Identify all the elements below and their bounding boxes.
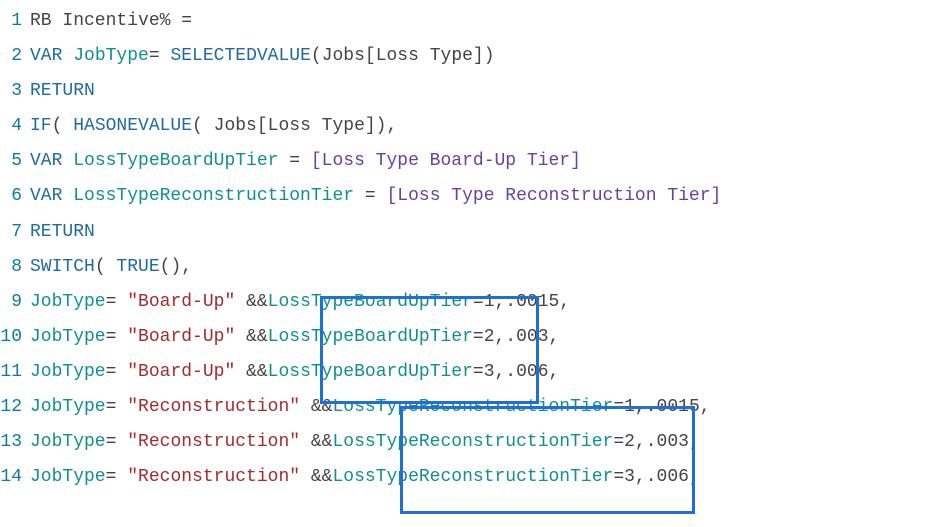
line-number: 6 (0, 179, 30, 214)
code-token: = (106, 467, 128, 487)
keyword: VAR (30, 46, 62, 66)
string-literal: "Board-Up" (127, 292, 235, 312)
code-line: 7 RETURN (0, 215, 945, 250)
identifier: LossTypeReconstructionTier (73, 186, 354, 206)
code-token: = (106, 327, 128, 347)
identifier: LossTypeReconstructionTier (332, 467, 613, 487)
code-line: 13 JobType= "Reconstruction" &&LossTypeR… (0, 425, 945, 460)
identifier: LossTypeBoardUpTier (73, 151, 278, 171)
function-name: HASONEVALUE (73, 116, 192, 136)
code-line: 1 RB Incentive% = (0, 4, 945, 39)
code-line: 10 JobType= "Board-Up" &&LossTypeBoardUp… (0, 320, 945, 355)
code-token: (), (160, 257, 192, 277)
function-name: SWITCH (30, 257, 95, 277)
keyword: RETURN (30, 222, 95, 242)
string-literal: "Reconstruction" (127, 397, 300, 417)
function-name: SELECTEDVALUE (170, 46, 310, 66)
code-line: 4 IF( HASONEVALUE( Jobs[Loss Type]), (0, 109, 945, 144)
identifier: LossTypeBoardUpTier (268, 327, 473, 347)
line-number: 7 (0, 215, 30, 250)
dax-editor: 1 RB Incentive% = 2 VAR JobType= SELECTE… (0, 4, 945, 495)
identifier: JobType (30, 292, 106, 312)
code-token: && (235, 292, 267, 312)
code-token: =1,.0015, (473, 292, 570, 312)
code-token: =2,.003, (473, 327, 559, 347)
code-token: ( (95, 257, 117, 277)
line-number: 4 (0, 109, 30, 144)
identifier: JobType (30, 432, 106, 452)
line-number: 5 (0, 144, 30, 179)
code-token: ( Jobs[Loss Type]), (192, 116, 397, 136)
string-literal: "Reconstruction" (127, 432, 300, 452)
line-number: 2 (0, 39, 30, 74)
code-line: 9 JobType= "Board-Up" &&LossTypeBoardUpT… (0, 285, 945, 320)
identifier: JobType (30, 397, 106, 417)
string-literal: "Reconstruction" (127, 467, 300, 487)
code-token: = (149, 46, 171, 66)
line-number: 9 (0, 285, 30, 320)
code-line: 2 VAR JobType= SELECTEDVALUE(Jobs[Loss T… (0, 39, 945, 74)
code-line: 14 JobType= "Reconstruction" &&LossTypeR… (0, 460, 945, 495)
line-number: 12 (0, 390, 30, 425)
line-number: 8 (0, 250, 30, 285)
string-literal: "Board-Up" (127, 327, 235, 347)
code-token: = (106, 292, 128, 312)
code-token: = (278, 151, 310, 171)
code-token: = (106, 432, 128, 452)
code-token: = (354, 186, 386, 206)
function-name: IF (30, 116, 52, 136)
keyword: VAR (30, 186, 62, 206)
code-token: && (235, 362, 267, 382)
code-token: && (300, 397, 332, 417)
code-token: = (106, 397, 128, 417)
function-name: TRUE (116, 257, 159, 277)
code-token: =3,.006, (613, 467, 699, 487)
code-line: 12 JobType= "Reconstruction" &&LossTypeR… (0, 390, 945, 425)
code-line: 11 JobType= "Board-Up" &&LossTypeBoardUp… (0, 355, 945, 390)
line-number: 1 (0, 4, 30, 39)
code-token: =3,.006, (473, 362, 559, 382)
line-number: 3 (0, 74, 30, 109)
code-line: 3 RETURN (0, 74, 945, 109)
identifier: JobType (30, 467, 106, 487)
code-token: =2,.003, (613, 432, 699, 452)
line-number: 11 (0, 355, 30, 390)
line-number: 13 (0, 425, 30, 460)
code-token: =1,.0015, (613, 397, 710, 417)
keyword: RETURN (30, 81, 95, 101)
code-token: RB Incentive% = (30, 11, 192, 31)
measure-ref: [Loss Type Board-Up Tier] (311, 151, 581, 171)
identifier: LossTypeReconstructionTier (332, 432, 613, 452)
code-token: (Jobs[Loss Type]) (311, 46, 495, 66)
measure-ref: [Loss Type Reconstruction Tier] (386, 186, 721, 206)
string-literal: "Board-Up" (127, 362, 235, 382)
identifier: JobType (73, 46, 149, 66)
identifier: JobType (30, 362, 106, 382)
code-token: && (235, 327, 267, 347)
code-line: 5 VAR LossTypeBoardUpTier = [Loss Type B… (0, 144, 945, 179)
code-line: 8 SWITCH( TRUE(), (0, 250, 945, 285)
code-line: 6 VAR LossTypeReconstructionTier = [Loss… (0, 179, 945, 214)
code-token: && (300, 467, 332, 487)
code-token: = (106, 362, 128, 382)
keyword: VAR (30, 151, 62, 171)
code-token: && (300, 432, 332, 452)
line-number: 14 (0, 460, 30, 495)
code-token: ( (52, 116, 74, 136)
identifier: LossTypeBoardUpTier (268, 292, 473, 312)
line-number: 10 (0, 320, 30, 355)
identifier: LossTypeBoardUpTier (268, 362, 473, 382)
identifier: LossTypeReconstructionTier (332, 397, 613, 417)
identifier: JobType (30, 327, 106, 347)
